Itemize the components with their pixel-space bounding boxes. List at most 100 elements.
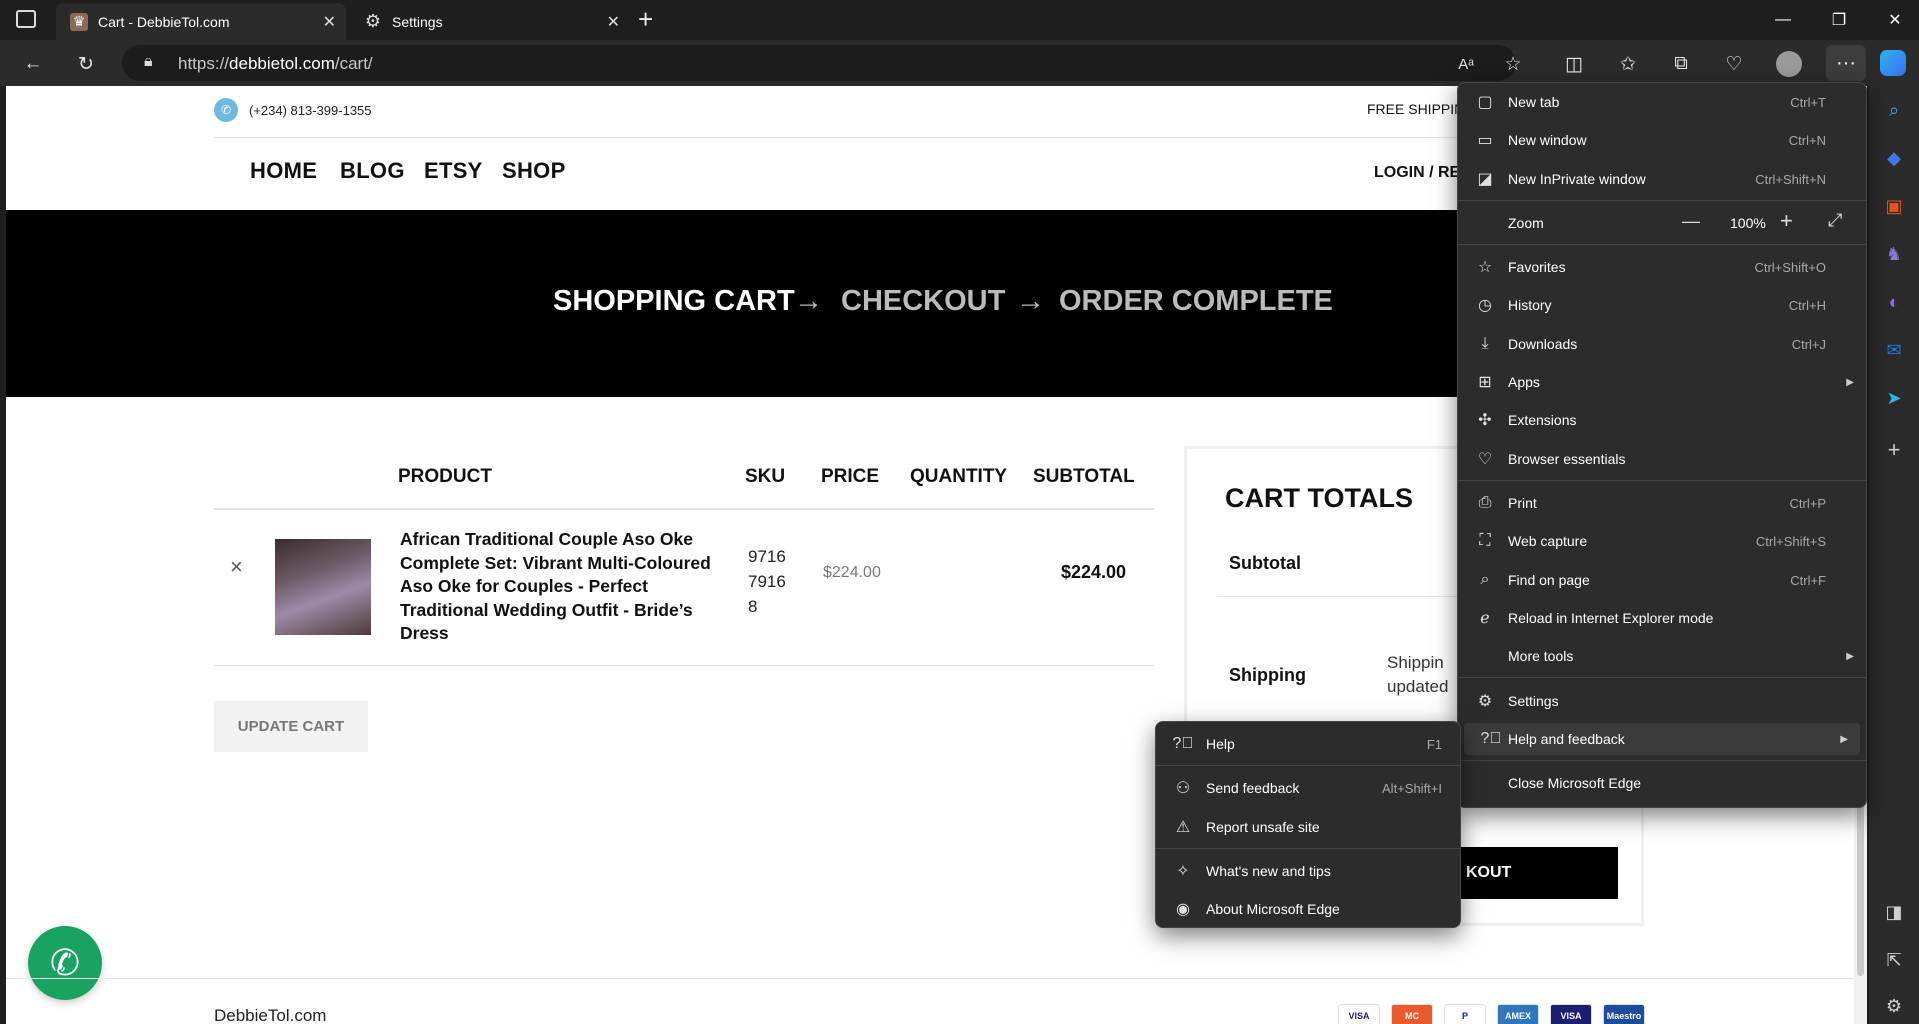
menu-favorites[interactable]: ☆ Favorites Ctrl+Shift+O [1458, 251, 1866, 283]
amex-icon: AMEX [1497, 1004, 1539, 1024]
fullscreen-icon[interactable]: ⤢ [1828, 210, 1842, 231]
search-icon[interactable]: ⌕ [1882, 98, 1906, 122]
footer-brand: DebbieTol.com [214, 1006, 327, 1024]
new-tab-icon: ▢ [1477, 94, 1493, 111]
product-name-link[interactable]: African Traditional Couple Aso Oke Compl… [400, 528, 720, 646]
menu-about-edge[interactable]: ◉ About Microsoft Edge [1156, 893, 1460, 925]
sidebar-toggle-icon[interactable]: ◨ [1882, 900, 1906, 924]
menu-whats-new[interactable]: ✧ What's new and tips [1156, 855, 1460, 887]
menu-new-window[interactable]: ▭ New window Ctrl+N [1458, 124, 1866, 156]
header-price: PRICE [821, 466, 880, 487]
nav-shop[interactable]: SHOP [502, 158, 566, 184]
collections-icon[interactable]: ⧉ [1665, 48, 1697, 80]
back-button[interactable]: ← [17, 48, 49, 80]
new-tab-button[interactable]: + [638, 4, 653, 35]
tab-cart[interactable]: ♛ Cart - DebbieTol.com ✕ [56, 3, 346, 40]
menu-close-edge[interactable]: Close Microsoft Edge [1458, 767, 1866, 799]
menu-help-and-feedback[interactable]: ?⃝ Help and feedback ▶ [1464, 723, 1860, 755]
apps-icon: ⊞ [1478, 374, 1492, 391]
menu-history[interactable]: ◷ History Ctrl+H [1458, 289, 1866, 321]
tab-actions-icon[interactable] [16, 10, 36, 28]
lock-icon[interactable]: 🔒︎ [144, 53, 153, 71]
help-icon: ?⃝ [1172, 735, 1194, 752]
step-arrow: → [794, 285, 823, 317]
nav-home[interactable]: HOME [250, 158, 317, 184]
product-subtotal: $224.00 [1061, 562, 1127, 582]
browser-essentials-icon[interactable]: ♡ [1718, 48, 1750, 80]
login-register-link[interactable]: LOGIN / RE [1374, 164, 1460, 182]
star-icon: ☆ [1477, 259, 1493, 276]
update-cart-button[interactable]: UPDATE CART [214, 701, 368, 752]
close-window-button[interactable]: ✕ [1867, 0, 1919, 40]
menu-send-feedback[interactable]: ⚇ Send feedback Alt+Shift+I [1156, 772, 1460, 804]
menu-find-on-page[interactable]: ⌕ Find on page Ctrl+F [1458, 564, 1866, 596]
menu-help[interactable]: ?⃝ Help F1 [1156, 728, 1460, 760]
copilot-icon[interactable] [1880, 50, 1906, 76]
outlook-icon[interactable]: ✉ [1882, 338, 1906, 362]
remove-item-button[interactable]: × [230, 554, 243, 580]
menu-web-capture[interactable]: ⛶ Web capture Ctrl+Shift+S [1458, 525, 1866, 557]
copilot-app-icon[interactable]: ◐ [1882, 290, 1906, 314]
tab-title: Cart - DebbieTol.com [98, 13, 230, 30]
zoom-level: 100% [1730, 215, 1766, 231]
minimize-button[interactable]: — [1755, 0, 1811, 40]
mastercard-icon: MC [1391, 1004, 1433, 1024]
menu-new-tab[interactable]: ▢ New tab Ctrl+T [1458, 86, 1866, 118]
ie-icon: ℯ [1480, 610, 1490, 627]
menu-separator [1458, 200, 1866, 201]
menu-browser-essentials[interactable]: ♡ Browser essentials [1458, 443, 1866, 475]
header-divider [214, 137, 1464, 138]
address-bar[interactable]: 🔒︎ https://debbietol.com/cart/ [122, 45, 1516, 81]
step-checkout[interactable]: CHECKOUT [841, 285, 1005, 318]
submenu-arrow-icon: ▶ [1840, 733, 1848, 745]
menu-apps[interactable]: ⊞ Apps ▶ [1458, 366, 1866, 398]
menu-separator [1458, 760, 1866, 761]
send-icon[interactable]: ➤ [1882, 386, 1906, 410]
maestro-icon: Maestro [1603, 1004, 1645, 1024]
add-icon[interactable]: + [1882, 437, 1906, 462]
nav-etsy[interactable]: ETSY [424, 158, 483, 184]
header-quantity: QUANTITY [910, 466, 1008, 487]
menu-downloads[interactable]: ⤓ Downloads Ctrl+J [1458, 328, 1866, 360]
split-screen-icon[interactable]: ◫ [1558, 48, 1590, 80]
feedback-icon: ⚇ [1175, 780, 1191, 797]
profile-avatar[interactable] [1776, 51, 1802, 77]
step-shopping-cart: SHOPPING CART [553, 285, 795, 317]
settings-more-button[interactable]: ··· [1826, 45, 1866, 81]
open-external-icon[interactable]: ⇱ [1882, 948, 1906, 972]
title-bar: ♛ Cart - DebbieTol.com ✕ ⚙ Settings ✕ + … [0, 0, 1919, 40]
gear-icon: ⚙ [1477, 693, 1493, 710]
nav-blog[interactable]: BLOG [340, 158, 405, 184]
find-icon: ⌕ [1480, 571, 1490, 588]
menu-more-tools[interactable]: More tools ▶ [1458, 640, 1866, 672]
paypal-icon: P [1444, 1004, 1486, 1024]
product-thumbnail[interactable] [275, 539, 371, 635]
phone-icon: ✆ [214, 98, 238, 122]
header-product: PRODUCT [398, 466, 492, 487]
restore-button[interactable]: ❐ [1811, 0, 1867, 40]
favorites-icon[interactable]: ✩ [1612, 48, 1644, 80]
zoom-in-button[interactable]: + [1780, 208, 1793, 234]
visa-electron-icon: VISA [1550, 1004, 1592, 1024]
close-tab-icon[interactable]: ✕ [607, 12, 620, 32]
tab-settings[interactable]: ⚙ Settings ✕ [350, 3, 630, 40]
close-tab-icon[interactable]: ✕ [323, 12, 336, 32]
zoom-out-button[interactable]: — [1682, 211, 1700, 232]
sidebar-settings-icon[interactable]: ⚙ [1882, 994, 1906, 1018]
menu-settings[interactable]: ⚙ Settings [1458, 685, 1866, 717]
whatsapp-chat-button[interactable]: ✆ [28, 926, 102, 1000]
menu-print[interactable]: ⎙ Print Ctrl+P [1458, 487, 1866, 519]
menu-reload-ie-mode[interactable]: ℯ Reload in Internet Explorer mode [1458, 602, 1866, 634]
shopping-tag-icon[interactable]: ◆ [1882, 146, 1906, 170]
games-icon[interactable]: ♞ [1882, 242, 1906, 266]
tools-icon[interactable]: ▣ [1882, 194, 1906, 218]
cart-totals-title: CART TOTALS [1225, 483, 1413, 513]
read-aloud-icon[interactable]: A͏ᵃ [1450, 48, 1482, 80]
menu-report-unsafe-site[interactable]: ⚠ Report unsafe site [1156, 811, 1460, 843]
menu-new-inprivate-window[interactable]: ◪ New InPrivate window Ctrl+Shift+N [1458, 163, 1866, 195]
refresh-button[interactable]: ↻ [70, 48, 102, 80]
submenu-arrow-icon: ▶ [1846, 650, 1854, 662]
site-favicon: ♛ [70, 12, 88, 31]
menu-extensions[interactable]: ✣ Extensions [1458, 404, 1866, 436]
favorite-star-icon[interactable]: ☆ [1497, 48, 1529, 80]
